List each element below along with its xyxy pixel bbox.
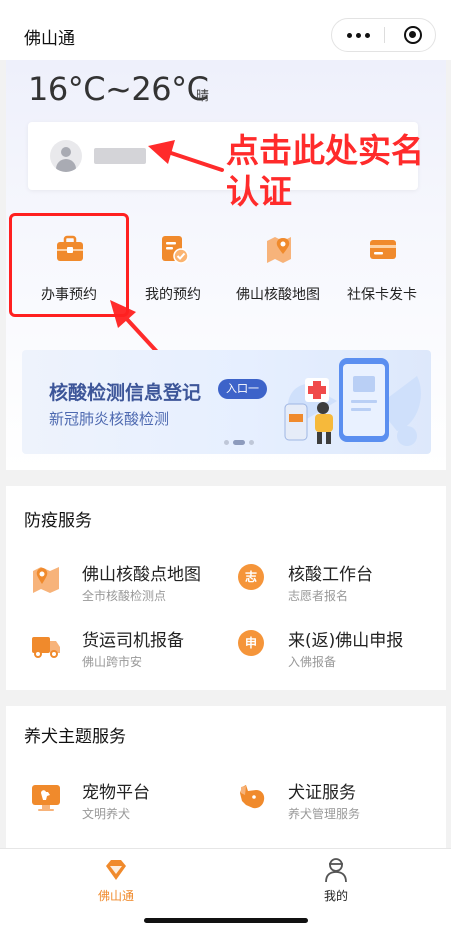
service-nucleic-map[interactable]: 佛山核酸点地图 全市核酸检测点: [30, 560, 230, 610]
banner-title: 核酸检测信息登记: [49, 382, 202, 404]
close-miniprogram-button[interactable]: [404, 26, 422, 44]
pager-dot: [224, 440, 229, 445]
annotation-highlight-box: [9, 213, 129, 317]
status-bar: [0, 0, 451, 10]
nucleic-banner[interactable]: 核酸检测信息登记 入口一 新冠肺炎核酸检测: [22, 350, 431, 454]
left-gutter: [0, 60, 6, 848]
service-desc: 入佛报备: [288, 655, 337, 669]
service-name: 宠物平台: [82, 783, 150, 803]
navbar: 佛山通: [0, 10, 451, 60]
map-pin-icon: [267, 237, 291, 263]
banner-pager: [224, 440, 254, 445]
quick-action-label: 佛山核酸地图: [236, 287, 320, 303]
quick-action-my-appointments[interactable]: 我的预约: [117, 228, 229, 314]
section-title: 防疫服务: [24, 511, 92, 531]
service-name: 犬证服务: [288, 783, 356, 803]
home-indicator: [144, 918, 308, 923]
tab-label: 佛山通: [97, 889, 134, 903]
tab-label: 我的: [323, 889, 348, 903]
service-name: 核酸工作台: [288, 565, 373, 585]
quick-action-label: 我的预约: [145, 287, 201, 303]
service-desc: 养犬管理服务: [288, 807, 361, 821]
tab-home[interactable]: 佛山通: [56, 849, 176, 909]
service-pet-platform[interactable]: 宠物平台 文明养犬: [30, 778, 230, 828]
tab-mine[interactable]: 我的: [276, 849, 396, 909]
volunteer-icon: 志: [238, 564, 264, 590]
section-gap: [6, 690, 446, 706]
service-name: 佛山核酸点地图: [82, 565, 201, 585]
service-foshan-declare[interactable]: 申 来(返)佛山申报 入佛报备: [236, 626, 436, 676]
card-icon: [370, 240, 396, 259]
diamond-icon: [106, 860, 126, 880]
quick-action-label: 社保卡发卡: [347, 287, 417, 303]
epidemic-services-section: 防疫服务 佛山核酸点地图 全市核酸检测点 志 核酸工作台 志愿者报名 货运司机报…: [6, 486, 446, 690]
annotation-text: 点击此处实名认证: [226, 131, 424, 211]
service-nucleic-workbench[interactable]: 志 核酸工作台 志愿者报名: [236, 560, 436, 610]
pager-dot-active: [233, 440, 245, 445]
app-title: 佛山通: [24, 29, 75, 49]
quick-action-nucleic-map[interactable]: 佛山核酸地图: [222, 228, 334, 314]
truck-icon: [32, 637, 60, 658]
declare-icon: 申: [238, 630, 264, 656]
quick-action-social-card[interactable]: 社保卡发卡: [326, 228, 438, 314]
section-title: 养犬主题服务: [24, 727, 126, 747]
appointment-doc-icon: [162, 236, 189, 264]
banner-entry-button[interactable]: 入口一: [218, 379, 267, 399]
section-gap: [6, 470, 446, 486]
service-name: 货运司机报备: [82, 631, 184, 651]
more-menu-button[interactable]: [332, 19, 384, 51]
service-desc: 全市核酸检测点: [82, 589, 167, 603]
pager-dot: [249, 440, 254, 445]
right-gutter: [446, 60, 451, 848]
service-desc: 佛山跨市安: [82, 655, 143, 669]
pet-screen-icon: [32, 785, 60, 811]
map-icon: [33, 567, 59, 593]
service-truck-driver[interactable]: 货运司机报备 佛山跨市安: [30, 626, 230, 676]
dog-icon: [240, 785, 265, 809]
service-desc: 文明养犬: [82, 807, 131, 821]
blurred-user-name: [94, 148, 146, 164]
weather-temperature: 16°C~26°C: [28, 70, 209, 108]
dog-services-section: 养犬主题服务 宠物平台 文明养犬 犬证服务 养犬管理服务: [6, 706, 446, 848]
banner-subtitle: 新冠肺炎核酸检测: [49, 410, 170, 428]
service-name: 来(返)佛山申报: [288, 631, 404, 651]
banner-illustration: [284, 358, 421, 446]
capsule-divider: [384, 27, 385, 43]
service-dog-license[interactable]: 犬证服务 养犬管理服务: [236, 778, 436, 828]
avatar: [50, 140, 82, 172]
mini-program-capsule: [331, 18, 436, 52]
person-icon: [325, 858, 347, 883]
weather-condition: 晴: [196, 89, 210, 104]
service-desc: 志愿者报名: [288, 589, 349, 603]
